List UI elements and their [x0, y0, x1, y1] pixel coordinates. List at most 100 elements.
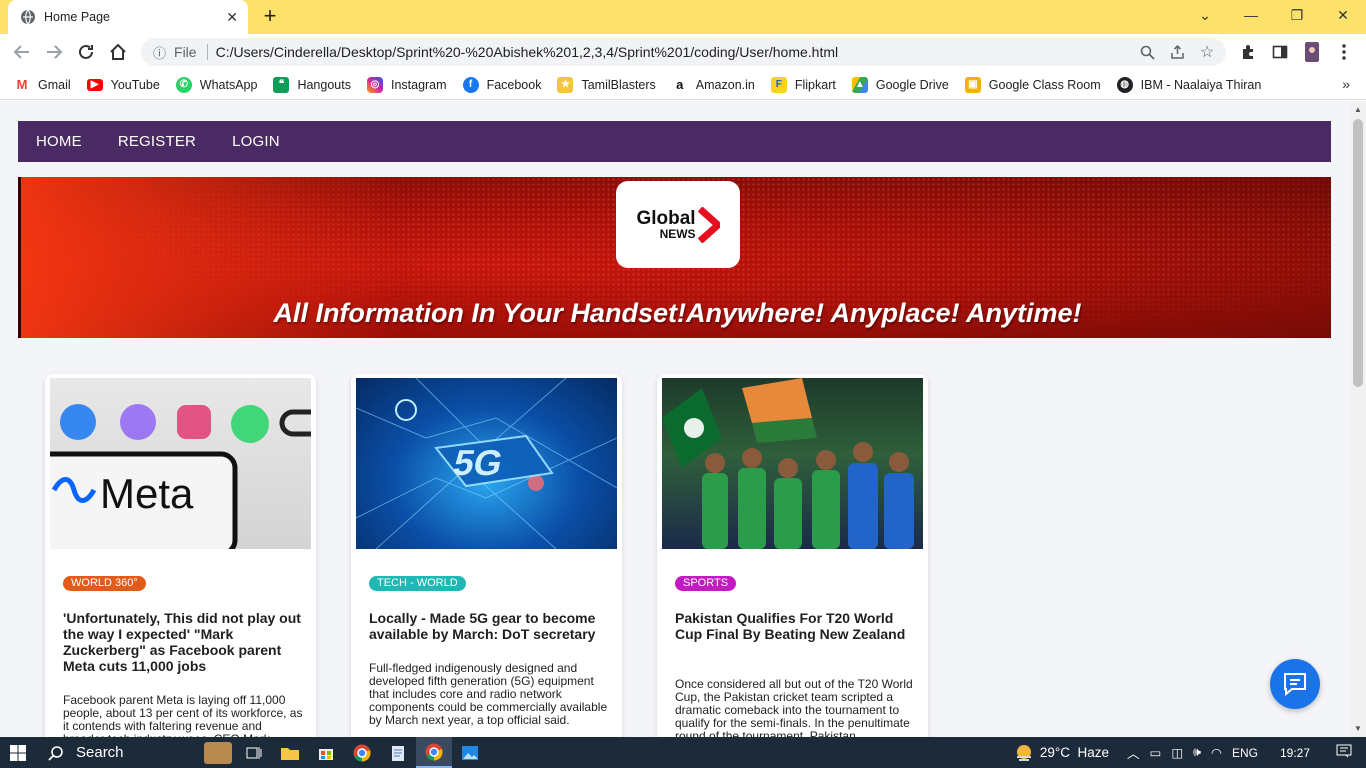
volume-icon[interactable]: 🕪 — [1193, 745, 1201, 760]
tamilblasters-icon: ★ — [557, 76, 574, 93]
start-button[interactable] — [0, 737, 36, 768]
scroll-up-icon[interactable]: ▲ — [1354, 105, 1362, 114]
close-window-button[interactable]: ✕ — [1320, 0, 1366, 30]
bookmark-flipkart[interactable]: F Flipkart — [770, 76, 836, 93]
taskbar-store[interactable] — [308, 737, 344, 768]
flipkart-icon: F — [770, 76, 787, 93]
card-image: Meta — [50, 378, 311, 549]
nav-login-link[interactable]: LOGIN — [232, 133, 280, 150]
browser-tab-strip: Home Page ✕ + ⌄ — ❐ ✕ — [0, 0, 1366, 34]
search-highlight-icon — [204, 741, 232, 764]
category-badge[interactable]: SPORTS — [675, 576, 737, 591]
nav-home-link[interactable]: HOME — [36, 133, 82, 150]
taskbar-chrome[interactable] — [344, 737, 380, 768]
language-indicator[interactable]: ENG — [1232, 746, 1258, 760]
site-navbar: HOME REGISTER LOGIN — [18, 121, 1331, 162]
globe-icon: ◍ — [1116, 76, 1133, 93]
taskbar-photos[interactable] — [452, 737, 488, 768]
chrome-icon — [353, 744, 371, 762]
tab-title: Home Page — [44, 10, 111, 24]
nav-register-link[interactable]: REGISTER — [118, 133, 196, 150]
menu-kebab-icon[interactable] — [1333, 42, 1355, 62]
battery-icon[interactable]: ▭ — [1150, 745, 1162, 760]
card-image — [662, 378, 923, 549]
bookmark-google-classroom[interactable]: ▣ Google Class Room — [964, 76, 1101, 93]
news-excerpt: Facebook parent Meta is laying off 11,00… — [63, 693, 303, 738]
instagram-icon: ◎ — [366, 76, 383, 93]
page-scrollbar[interactable]: ▲ ▼ — [1350, 101, 1366, 737]
profile-avatar[interactable] — [1301, 42, 1323, 62]
weather-text[interactable]: 29°C Haze — [1040, 745, 1109, 760]
forward-button[interactable] — [42, 40, 66, 64]
news-headline[interactable]: Pakistan Qualifies For T20 World Cup Fin… — [675, 610, 915, 642]
bookmark-star-icon[interactable]: ☆ — [1196, 41, 1218, 63]
zoom-icon[interactable] — [1136, 41, 1158, 63]
home-button[interactable] — [106, 40, 130, 64]
info-icon[interactable]: ⓘ — [153, 43, 166, 62]
card-image: 5G — [356, 378, 617, 549]
category-badge[interactable]: TECH - WORLD — [369, 576, 466, 591]
news-headline[interactable]: Locally - Made 5G gear to become availab… — [369, 610, 609, 642]
reload-button[interactable] — [74, 40, 98, 64]
whatsapp-icon: ✆ — [175, 76, 192, 93]
google-drive-icon: ▲ — [851, 76, 868, 93]
wifi-icon[interactable]: ◠ — [1211, 745, 1222, 760]
scroll-down-icon[interactable]: ▼ — [1354, 724, 1362, 733]
bookmark-instagram[interactable]: ◎ Instagram — [366, 76, 447, 93]
news-card[interactable]: Meta WORLD 360° 'Unfortunately, This did… — [45, 374, 316, 737]
category-badge[interactable]: WORLD 360° — [63, 576, 146, 591]
bookmark-youtube[interactable]: ▶ YouTube — [86, 78, 160, 92]
bookmark-tamilblasters[interactable]: ★ TamilBlasters — [557, 76, 656, 93]
meet-now-icon[interactable]: ◫ — [1171, 745, 1183, 760]
hangouts-icon: ❝ — [273, 76, 290, 93]
browser-toolbar: ⓘ File C:/Users/Cinderella/Desktop/Sprin… — [0, 34, 1366, 70]
task-view-button[interactable] — [236, 737, 272, 768]
restore-button[interactable]: ❐ — [1274, 0, 1320, 30]
windows-taskbar: Search 29°C Haze ︿ ▭ ◫ 🕪 ◠ ENG 19:27 — [0, 737, 1366, 768]
notepad-icon — [392, 745, 404, 761]
taskbar-notepad[interactable] — [380, 737, 416, 768]
news-card[interactable]: 5G TECH - WORLD Locally - Made 5G gear t… — [351, 374, 622, 737]
taskbar-chrome-active[interactable] — [416, 737, 452, 768]
tray-chevron-up-icon[interactable]: ︿ — [1127, 743, 1140, 762]
bookmark-whatsapp[interactable]: ✆ WhatsApp — [175, 76, 257, 93]
bookmark-amazon[interactable]: a Amazon.in — [671, 76, 755, 93]
share-icon[interactable] — [1166, 41, 1188, 63]
url-scheme: File — [174, 44, 197, 60]
back-button[interactable] — [10, 40, 34, 64]
bookmarks-overflow-icon[interactable]: » — [1342, 76, 1350, 92]
side-panel-icon[interactable] — [1269, 42, 1291, 62]
scrollbar-thumb[interactable] — [1353, 119, 1363, 387]
tab-search-chevron-down-icon[interactable]: ⌄ — [1182, 0, 1228, 30]
logo-wordmark: Global NEWS — [636, 208, 696, 241]
taskbar-search[interactable]: Search — [36, 737, 236, 768]
new-tab-button[interactable]: + — [258, 4, 282, 28]
browser-tab[interactable]: Home Page ✕ — [8, 0, 248, 34]
news-card[interactable]: SPORTS Pakistan Qualifies For T20 World … — [657, 374, 928, 737]
extensions-icon[interactable] — [1237, 42, 1259, 62]
notifications-icon[interactable] — [1336, 744, 1352, 761]
news-headline[interactable]: 'Unfortunately, This did not play out th… — [63, 610, 303, 674]
news-excerpt: Once considered all but out of the T20 W… — [675, 677, 913, 738]
bookmark-facebook[interactable]: f Facebook — [462, 76, 541, 93]
youtube-icon: ▶ — [86, 78, 103, 91]
address-bar[interactable]: ⓘ File C:/Users/Cinderella/Desktop/Sprin… — [141, 38, 1226, 66]
bookmark-gmail[interactable]: M Gmail — [14, 76, 71, 93]
photos-icon — [462, 745, 478, 760]
bookmark-ibm-naalaiya-thiran[interactable]: ◍ IBM - Naalaiya Thiran — [1116, 76, 1261, 93]
global-news-logo: Global NEWS — [616, 181, 740, 268]
taskbar-search-label: Search — [76, 744, 124, 761]
5g-wordmark: 5G — [449, 442, 507, 483]
minimize-button[interactable]: — — [1228, 0, 1274, 30]
close-tab-icon[interactable]: ✕ — [226, 9, 238, 26]
facebook-icon: f — [462, 76, 479, 93]
store-icon — [319, 748, 333, 760]
chat-button[interactable] — [1270, 659, 1320, 709]
bookmark-hangouts[interactable]: ❝ Hangouts — [273, 76, 351, 93]
url-text[interactable]: C:/Users/Cinderella/Desktop/Sprint%20-%2… — [216, 44, 1136, 60]
clock[interactable]: 19:27 — [1280, 746, 1310, 760]
taskbar-file-explorer[interactable] — [272, 737, 308, 768]
bookmark-google-drive[interactable]: ▲ Google Drive — [851, 76, 949, 93]
hero-banner: Global NEWS All Information In Your Hand… — [18, 177, 1331, 338]
weather-haze-icon — [1016, 744, 1031, 761]
